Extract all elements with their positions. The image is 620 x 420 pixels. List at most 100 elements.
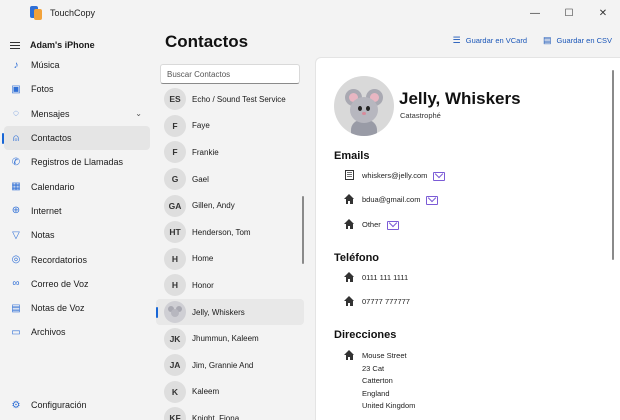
- contact-name: Henderson, Tom: [192, 227, 251, 237]
- contact-list-item[interactable]: F Faye: [156, 113, 304, 140]
- home-icon: [344, 194, 354, 204]
- contact-thumbnail: [164, 301, 186, 324]
- contacts-list: ES Echo / Sound Test Service F Faye F Frankie…: [156, 86, 306, 420]
- hamburger-menu-icon[interactable]: [10, 41, 20, 49]
- sidebar-item-label: Mensajes: [31, 108, 70, 119]
- contacts-icon: ⍝: [13, 132, 19, 144]
- contact-name: Echo / Sound Test Service: [192, 94, 286, 104]
- sidebar-item-settings[interactable]: ⚙ Configuración: [4, 394, 150, 416]
- header-actions: ☰ Guardar en VCard ▤ Guardar en CSV: [453, 35, 612, 46]
- email-row: bdua@gmail.com: [344, 194, 439, 207]
- save-csv-label: Guardar en CSV: [556, 36, 612, 45]
- sidebar-item-folder[interactable]: ▭ Archivos: [4, 320, 150, 344]
- minimize-button[interactable]: —: [518, 0, 552, 26]
- emails-section-title: Emails: [334, 150, 370, 162]
- sidebar-item-messages[interactable]: ◌ Mensajes ⌄: [4, 102, 150, 126]
- touchcopy-logo-icon: [30, 6, 42, 20]
- contact-initials-avatar: G: [164, 168, 186, 191]
- sidebar-item-contacts[interactable]: ⍝ Contactos: [2, 125, 150, 151]
- address-region: England: [362, 388, 390, 398]
- contact-name: Frankie: [192, 147, 219, 157]
- sidebar-nav: ♪ Música ▣ Fotos ◌ Mensajes ⌄ ⍝ Contactos ✆ Regist…: [0, 53, 154, 345]
- detail-scrollbar[interactable]: [612, 70, 614, 260]
- address-block: Mouse Street 23 Cat Catterton England Un…: [362, 350, 415, 413]
- contact-name: Knight, Fiona: [192, 413, 240, 420]
- sidebar-item-calendar[interactable]: ▦ Calendario: [4, 174, 150, 198]
- contact-list-item[interactable]: JK Jhummun, Kaleem: [156, 325, 304, 352]
- save-csv-button[interactable]: ▤ Guardar en CSV: [543, 35, 612, 46]
- sidebar-item-photos[interactable]: ▣ Fotos: [4, 77, 150, 101]
- phone-row: 07777 777777: [344, 296, 410, 309]
- save-vcard-button[interactable]: ☰ Guardar en VCard: [453, 35, 527, 46]
- vcard-icon: ☰: [452, 35, 461, 45]
- sidebar-item-notes[interactable]: ▽ Notas: [4, 223, 150, 247]
- contact-list-item[interactable]: KF Knight, Fiona: [156, 405, 304, 420]
- contact-initials-avatar: H: [164, 247, 186, 270]
- contact-name: Faye: [192, 121, 210, 131]
- email-value[interactable]: whiskers@jelly.com: [362, 170, 427, 183]
- contact-name: Kaleem: [192, 387, 220, 397]
- sidebar-item-label: Recordatorios: [31, 254, 88, 265]
- contact-name: Jim, Grannie And: [192, 360, 254, 370]
- work-building-icon: [344, 170, 354, 180]
- device-name: Adam's iPhone: [30, 40, 95, 50]
- contact-initials-avatar: F: [164, 141, 186, 164]
- sidebar-item-label: Configuración: [31, 400, 87, 410]
- contact-list-item[interactable]: G Gael: [156, 166, 304, 193]
- voice-notes-icon: ▤: [11, 302, 21, 314]
- contact-initials-avatar: GA: [164, 194, 186, 217]
- contact-initials-avatar: JK: [164, 327, 186, 350]
- contact-initials-avatar: K: [164, 380, 186, 403]
- sidebar-item-music[interactable]: ♪ Música: [4, 53, 150, 77]
- phone-icon: ✆: [11, 156, 21, 168]
- chevron-down-icon[interactable]: ⌄: [135, 109, 142, 118]
- sidebar-item-phone[interactable]: ✆ Registros de Llamadas: [4, 150, 150, 174]
- voicemail-icon: ∞: [12, 278, 20, 290]
- contacts-list-scrollbar[interactable]: [302, 196, 304, 264]
- contact-list-item[interactable]: H Honor: [156, 272, 304, 299]
- contact-name: Gael: [192, 174, 209, 184]
- phone-value[interactable]: 07777 777777: [362, 296, 410, 309]
- email-value[interactable]: Other: [362, 219, 381, 232]
- sidebar-item-label: Archivos: [31, 327, 66, 338]
- contact-list-item[interactable]: K Kaleem: [156, 379, 304, 406]
- sidebar-item-reminders[interactable]: ◎ Recordatorios: [4, 247, 150, 271]
- sidebar-item-label: Calendario: [31, 181, 75, 192]
- contact-list-item[interactable]: F Frankie: [156, 139, 304, 166]
- address-line2: 23 Cat: [362, 363, 385, 373]
- address-row: Mouse Street 23 Cat Catterton England Un…: [344, 350, 415, 413]
- sidebar-item-globe[interactable]: ⊕ Internet: [4, 199, 150, 223]
- sidebar-item-label: Notas: [31, 230, 55, 241]
- sidebar-item-label: Fotos: [31, 84, 54, 95]
- contact-initials-avatar: ES: [164, 88, 186, 111]
- contact-list-item[interactable]: GA Gillen, Andy: [156, 192, 304, 219]
- contact-name: Jelly, Whiskers: [399, 89, 521, 108]
- email-value[interactable]: bdua@gmail.com: [362, 194, 420, 207]
- search-input[interactable]: [160, 64, 300, 84]
- contact-list-item[interactable]: Jelly, Whiskers: [156, 298, 304, 326]
- mail-icon[interactable]: [426, 196, 439, 205]
- calendar-icon: ▦: [11, 181, 21, 193]
- messages-icon: ◌: [13, 108, 19, 120]
- maximize-button[interactable]: ☐: [552, 0, 586, 26]
- sidebar-item-voice-notes[interactable]: ▤ Notas de Voz: [4, 296, 150, 320]
- reminders-icon: ◎: [11, 254, 21, 266]
- contact-list-item[interactable]: ES Echo / Sound Test Service: [156, 86, 304, 113]
- csv-icon: ▤: [543, 35, 552, 45]
- home-icon: [344, 350, 354, 360]
- phone-value[interactable]: 0111 111 1111: [362, 272, 408, 285]
- contact-list-item[interactable]: HT Henderson, Tom: [156, 219, 304, 246]
- address-country: United Kingdom: [362, 401, 416, 410]
- address-section-title: Direcciones: [334, 329, 397, 341]
- contact-avatar: [334, 76, 394, 136]
- contact-initials-avatar: JA: [164, 354, 186, 377]
- contact-list-item[interactable]: JA Jim, Grannie And: [156, 352, 304, 379]
- close-button[interactable]: ✕: [586, 0, 620, 26]
- mouse-avatar-icon: [168, 306, 182, 318]
- title-bar: TouchCopy — ☐ ✕: [0, 0, 620, 26]
- contact-list-item[interactable]: H Home: [156, 246, 304, 273]
- mail-icon[interactable]: [386, 221, 399, 230]
- sidebar-item-voicemail[interactable]: ∞ Correo de Voz: [4, 272, 150, 296]
- mail-icon[interactable]: [433, 172, 446, 181]
- sidebar-item-label: Correo de Voz: [31, 278, 89, 289]
